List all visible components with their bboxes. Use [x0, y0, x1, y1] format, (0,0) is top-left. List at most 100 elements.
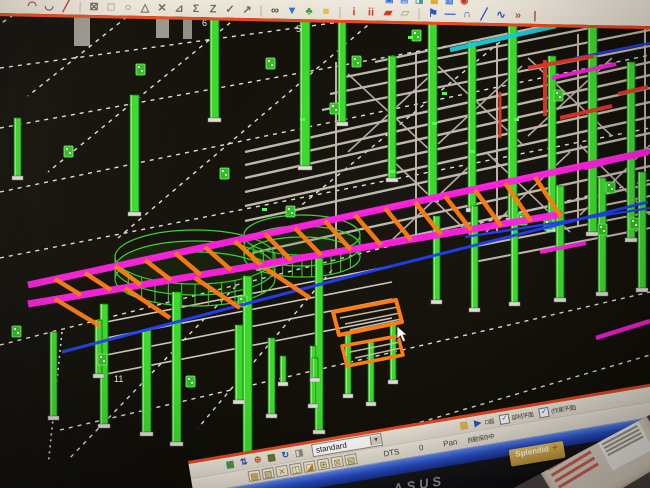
snap-setting-icon-1[interactable]: ▩ [248, 469, 262, 482]
stub-dot [191, 382, 193, 384]
snap-setting-icon-8[interactable]: ▤ [344, 453, 358, 466]
stub-dot [17, 332, 19, 334]
chevron-down-icon[interactable]: ▾ [369, 435, 381, 446]
filter-funnel-icon[interactable]: ▼ [283, 5, 300, 18]
column-base-plate [636, 288, 648, 292]
stub-dot [291, 212, 293, 214]
stub-dot [271, 64, 273, 66]
model-annotation-mark [470, 150, 475, 153]
model-annotation-mark [432, 122, 437, 125]
list-tool-icon[interactable]: ▥ [442, 0, 457, 7]
red-pencil-icon[interactable]: ╱ [57, 0, 74, 13]
model-annotation-mark [390, 170, 395, 173]
snap-square-icon[interactable]: □ [102, 1, 119, 14]
status-count: 0 [418, 443, 424, 453]
snap-setting-icon-3[interactable]: ✕ [275, 465, 289, 478]
snap-midpoint-icon[interactable]: Z [204, 3, 221, 16]
snap-arrow-icon[interactable]: ↗ [238, 4, 255, 17]
column-base-plate [310, 378, 320, 382]
window-tool-icon-1[interactable]: ▣ [382, 0, 397, 6]
column-base-plate [625, 238, 637, 242]
bolt-pin-icon-2[interactable]: ii [362, 6, 379, 19]
diagonal-beam-icon[interactable]: ╱ [475, 9, 492, 22]
green-connection-stub [630, 218, 639, 229]
orthogonal-beam-icon[interactable]: » [509, 9, 526, 22]
stub-dot [608, 184, 610, 186]
binoculars-icon[interactable]: ∞ [266, 4, 283, 17]
part-plane-checkbox[interactable]: ✓ [499, 413, 511, 425]
green-connection-stub [554, 90, 563, 101]
stub-dot [354, 58, 356, 60]
green-connection-stub [64, 146, 73, 157]
record-tool-icon[interactable]: ◉ [457, 0, 472, 8]
half-view-icon[interactable]: ◨ [291, 445, 307, 460]
beam-line [0, 22, 340, 68]
spiral-beam-icon[interactable]: ∿ [492, 9, 509, 22]
toolbar-separator [79, 2, 80, 13]
ghost-square-icon[interactable]: ▱ [396, 7, 413, 20]
snap-circle-icon[interactable]: ○ [119, 2, 136, 15]
green-connection-stub [186, 376, 195, 387]
plane-label: D面 [484, 416, 495, 426]
stub-dot [138, 66, 140, 68]
stub-dot [66, 148, 68, 150]
weld-icon[interactable]: ▰ [379, 7, 396, 20]
polybeam-icon[interactable]: ⚑ [424, 8, 441, 21]
window-tool-icon-2[interactable]: ▤ [397, 0, 412, 6]
snap-perpendicular-icon[interactable]: ⊿ [170, 3, 187, 16]
stub-dot [556, 92, 558, 94]
stub-dot [357, 62, 359, 64]
status-autosave: 自動保存中 [466, 431, 495, 444]
curved-beam-icon[interactable]: ∩ [458, 8, 475, 21]
red-arc-icon[interactable]: ◠ [23, 0, 40, 13]
photo-of-monitor: 376511 ▣▤◨▦▥◉ ◠◡╱⊠□○△✕⊿ΣZ✓↗∞▼♣■iii▰▱⚑―∩╱… [0, 0, 650, 488]
beam-icon[interactable]: ― [441, 8, 458, 21]
column-base-plate [313, 430, 325, 434]
stub-dot [288, 208, 290, 210]
snap-cross-icon[interactable]: ✕ [153, 2, 170, 15]
view-tool-icon[interactable]: ◨ [412, 0, 427, 7]
snap-setting-icon-5[interactable]: ◪ [303, 460, 317, 473]
stub-dot [103, 360, 105, 362]
column-base-plate [93, 374, 104, 378]
column-base-plate [366, 402, 376, 406]
column-base-plate [343, 394, 353, 398]
column-base-plate [469, 308, 480, 312]
stub-dot [414, 32, 416, 34]
column-base-plate [140, 432, 153, 436]
snap-setting-icon-4[interactable]: ◫ [289, 462, 303, 475]
snap-check-icon[interactable]: ✓ [221, 4, 238, 17]
beam-line [528, 56, 594, 68]
red-cup-icon[interactable]: ◡ [40, 0, 57, 13]
beam-line [55, 279, 81, 295]
bolt-pin-icon-1[interactable]: i [345, 6, 362, 19]
gray-column-stub [74, 16, 90, 46]
yellow-square-icon[interactable]: ■ [317, 5, 334, 18]
green-connection-stub [266, 58, 275, 69]
model-annotation-mark [408, 36, 413, 39]
stub-dot [546, 221, 548, 223]
work-plane-checkbox[interactable]: ✓ [538, 406, 550, 418]
grid-tool-icon[interactable]: ▦ [427, 0, 442, 7]
viewport-3d-model-canvas[interactable]: 376511 [0, 0, 650, 460]
snap-setting-icon-6[interactable]: ⊞ [317, 458, 331, 471]
clover-icon[interactable]: ♣ [300, 5, 317, 18]
stub-dot [222, 170, 224, 172]
snap-box-icon[interactable]: ⊠ [85, 1, 102, 14]
column-base-plate [170, 442, 183, 446]
stub-dot [559, 96, 561, 98]
snap-triangle-icon[interactable]: △ [136, 2, 153, 15]
stub-dot [100, 356, 102, 358]
column-tool-icon[interactable]: | [526, 10, 543, 23]
snap-setting-icon-7[interactable]: ⊠ [330, 455, 344, 468]
model-annotation-mark [442, 92, 447, 95]
snap-sigma-icon[interactable]: Σ [187, 3, 204, 16]
column-base-plate [388, 380, 398, 384]
snap-setting-icon-2[interactable]: ▨ [261, 467, 275, 480]
green-connection-stub [412, 30, 421, 41]
stub-dot [141, 70, 143, 72]
stub-dot [632, 220, 634, 222]
sticker-accent-icon: ✦ [550, 443, 558, 453]
asus-logo: ASUS [392, 473, 446, 488]
green-connection-stub [12, 326, 21, 337]
